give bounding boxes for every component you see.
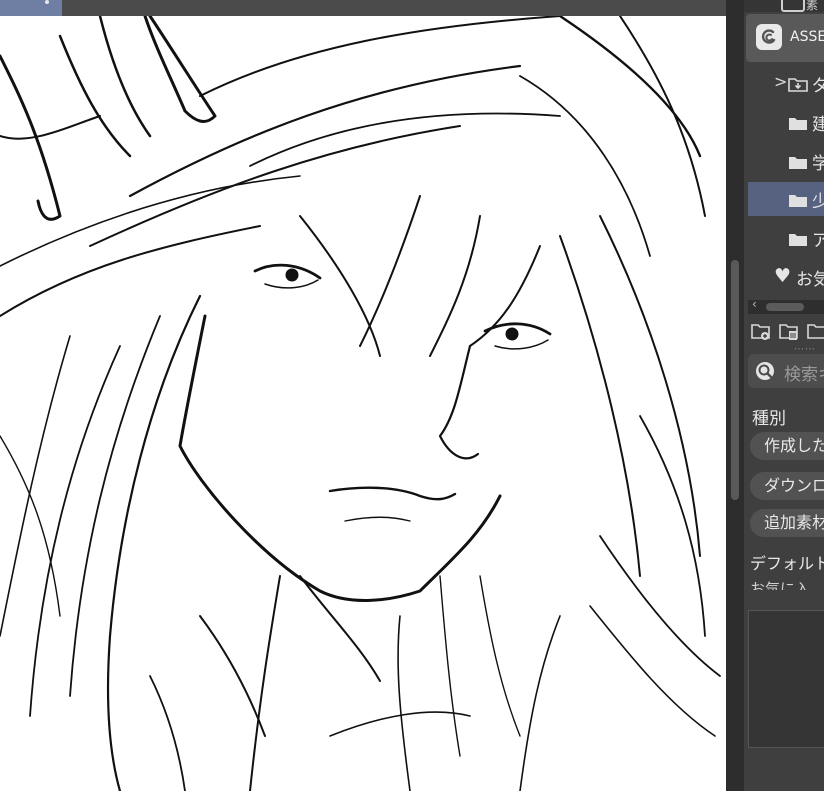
tree-item-school[interactable]: 学 xyxy=(748,144,824,178)
panel-header-label: 素 xyxy=(806,0,819,12)
search-icon xyxy=(756,362,774,380)
line-art-illustration xyxy=(0,16,721,791)
clip-studio-assets-logo-icon xyxy=(756,24,782,50)
folder-icon xyxy=(789,157,807,169)
tree-item-downloads[interactable]: > ダ xyxy=(748,66,824,100)
tree-item-label: 学 xyxy=(812,154,824,174)
tree-item-label: ダ xyxy=(812,76,824,96)
heart-icon: ♥ xyxy=(774,265,792,287)
canvas-tab[interactable] xyxy=(0,0,62,16)
camera-icon[interactable] xyxy=(781,0,805,12)
assets-label: ASSE xyxy=(790,29,824,45)
scrollbar-thumb[interactable] xyxy=(766,303,804,311)
folder-icon xyxy=(789,234,807,246)
folder-toolbar xyxy=(748,318,824,344)
folder-settings-icon[interactable] xyxy=(806,320,824,342)
default-tag-heading: デフォルトタ xyxy=(750,554,824,573)
tab-indicator-icon xyxy=(45,0,49,4)
scrollbar-thumb[interactable] xyxy=(731,260,739,500)
assets-button[interactable]: ASSE xyxy=(746,14,824,62)
material-panel: 素 ASSE > ダ 建 学 少 ア ♥ お気 ‹ ⋯⋯ 検索 種別 作成した … xyxy=(744,0,824,791)
favorites-tag-chip[interactable]: お気に入 xyxy=(750,578,810,590)
search-input[interactable]: 検索キ xyxy=(748,354,824,388)
delete-folder-icon[interactable] xyxy=(778,320,800,342)
canvas-vertical-scrollbar[interactable] xyxy=(726,0,744,791)
tree-item-label: 少 xyxy=(812,192,824,212)
panel-header-strip: 素 xyxy=(744,0,824,12)
canvas-tab-strip xyxy=(0,0,726,16)
search-placeholder: 検索キ xyxy=(784,365,824,385)
tree-item-label: 建 xyxy=(812,115,824,135)
tree-item-label: お気 xyxy=(796,270,824,290)
tree-item-favorites[interactable]: ♥ お気 xyxy=(748,260,824,294)
tree-item-a[interactable]: ア xyxy=(748,221,824,255)
filter-added-material-chip[interactable]: 追加素材 xyxy=(750,509,824,537)
scroll-left-icon[interactable]: ‹ xyxy=(752,297,757,311)
tree-horizontal-scrollbar[interactable]: ‹ xyxy=(748,297,824,314)
new-folder-icon[interactable] xyxy=(750,320,772,342)
tree-item-label: ア xyxy=(812,231,824,251)
folder-download-icon xyxy=(788,78,808,92)
filter-downloaded-chip[interactable]: ダウンロー xyxy=(750,472,824,500)
folder-icon xyxy=(789,118,807,130)
material-results-area[interactable] xyxy=(748,610,824,748)
filter-created-chip[interactable]: 作成した xyxy=(750,432,824,460)
tree-item-selected[interactable]: 少 xyxy=(748,182,824,216)
tree-item-building[interactable]: 建 xyxy=(748,105,824,139)
canvas-area[interactable] xyxy=(0,0,726,791)
chevron-right-icon[interactable]: > xyxy=(774,72,787,91)
kind-heading: 種別 xyxy=(752,409,786,429)
folder-icon xyxy=(789,195,807,207)
